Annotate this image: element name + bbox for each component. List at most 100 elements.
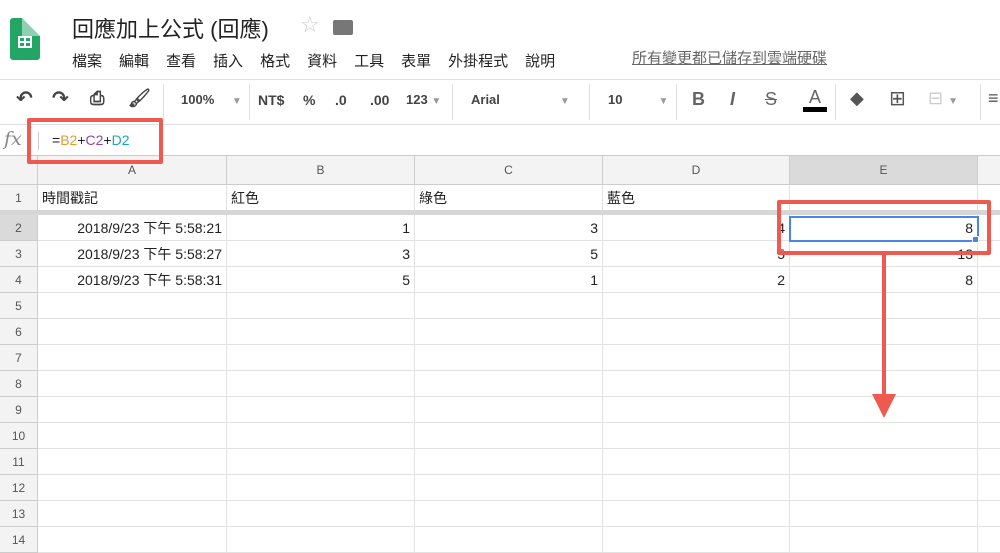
menu-item[interactable]: 格式: [260, 50, 290, 71]
sheets-logo[interactable]: [10, 18, 40, 60]
borders-icon[interactable]: ⊞: [889, 86, 906, 111]
cell[interactable]: [790, 501, 978, 527]
cell[interactable]: [978, 371, 1000, 397]
cell[interactable]: [603, 475, 790, 501]
cell[interactable]: [603, 293, 790, 319]
cell[interactable]: [415, 345, 603, 371]
zoom-select[interactable]: 100% ▼: [181, 92, 242, 107]
bold-button[interactable]: B: [692, 89, 705, 110]
cell[interactable]: [415, 319, 603, 345]
cell[interactable]: [790, 527, 978, 553]
fill-color-icon[interactable]: ◆: [850, 88, 864, 109]
row-header[interactable]: 2: [0, 215, 38, 241]
text-color-button[interactable]: A: [803, 87, 827, 112]
cell[interactable]: 3: [415, 215, 603, 241]
strikethrough-button[interactable]: S: [765, 89, 777, 110]
cell[interactable]: [227, 293, 415, 319]
cell[interactable]: [227, 397, 415, 423]
cell[interactable]: [227, 475, 415, 501]
cell[interactable]: 1: [227, 215, 415, 241]
star-icon[interactable]: ☆: [300, 12, 320, 38]
row-header[interactable]: 5: [0, 293, 38, 319]
column-header[interactable]: [978, 156, 1000, 185]
paint-format-icon[interactable]: 🖌︎: [128, 88, 151, 109]
row-header[interactable]: 7: [0, 345, 38, 371]
cell[interactable]: [603, 501, 790, 527]
font-size-select[interactable]: 10 ▼: [608, 92, 668, 107]
cell[interactable]: 藍色: [603, 185, 790, 211]
cell[interactable]: [978, 527, 1000, 553]
row-header[interactable]: 10: [0, 423, 38, 449]
align-icon[interactable]: ≡: [988, 88, 999, 109]
cell[interactable]: [978, 475, 1000, 501]
cell[interactable]: [227, 449, 415, 475]
decrease-decimal-button[interactable]: .0: [335, 92, 347, 108]
cell[interactable]: [603, 423, 790, 449]
cell[interactable]: [38, 293, 227, 319]
cell[interactable]: [978, 267, 1000, 293]
cell[interactable]: [603, 371, 790, 397]
column-header[interactable]: C: [415, 156, 603, 185]
cell[interactable]: [227, 423, 415, 449]
cell[interactable]: [227, 345, 415, 371]
row-header[interactable]: 4: [0, 267, 38, 293]
cell[interactable]: [38, 319, 227, 345]
menu-item[interactable]: 說明: [525, 50, 555, 71]
cell[interactable]: [603, 345, 790, 371]
cell[interactable]: [38, 527, 227, 553]
menu-item[interactable]: 檔案: [72, 50, 102, 71]
cell[interactable]: [38, 423, 227, 449]
column-header[interactable]: D: [603, 156, 790, 185]
cell[interactable]: [38, 449, 227, 475]
italic-button[interactable]: I: [730, 89, 735, 110]
cell[interactable]: 1: [415, 267, 603, 293]
column-header[interactable]: B: [227, 156, 415, 185]
cell[interactable]: [790, 423, 978, 449]
menu-item[interactable]: 編輯: [119, 50, 149, 71]
cell[interactable]: [978, 319, 1000, 345]
cell[interactable]: [227, 319, 415, 345]
cell[interactable]: [978, 397, 1000, 423]
row-header[interactable]: 1: [0, 185, 38, 211]
row-header[interactable]: 11: [0, 449, 38, 475]
cell[interactable]: 3: [227, 241, 415, 267]
cell[interactable]: [415, 293, 603, 319]
cell[interactable]: [415, 449, 603, 475]
column-header[interactable]: E: [790, 156, 978, 185]
cell[interactable]: [790, 475, 978, 501]
percent-button[interactable]: %: [303, 92, 315, 108]
menu-item[interactable]: 外掛程式: [448, 50, 508, 71]
row-header[interactable]: 13: [0, 501, 38, 527]
document-title[interactable]: 回應加上公式 (回應): [72, 12, 269, 44]
cell[interactable]: 5: [603, 241, 790, 267]
row-header[interactable]: 9: [0, 397, 38, 423]
cell[interactable]: [38, 501, 227, 527]
cell[interactable]: [978, 423, 1000, 449]
cell[interactable]: 2018/9/23 下午 5:58:27: [38, 241, 227, 267]
menu-item[interactable]: 工具: [354, 50, 384, 71]
cell[interactable]: 2: [603, 267, 790, 293]
cell[interactable]: [603, 527, 790, 553]
cell[interactable]: [978, 345, 1000, 371]
print-icon[interactable]: ⎙: [90, 88, 104, 109]
undo-icon[interactable]: ↶: [16, 86, 33, 111]
cell[interactable]: [38, 345, 227, 371]
cell[interactable]: [978, 449, 1000, 475]
cell[interactable]: [38, 371, 227, 397]
row-header[interactable]: 3: [0, 241, 38, 267]
cell[interactable]: [978, 501, 1000, 527]
cell[interactable]: [415, 423, 603, 449]
cell[interactable]: [415, 501, 603, 527]
cell[interactable]: [415, 475, 603, 501]
cell[interactable]: 2018/9/23 下午 5:58:21: [38, 215, 227, 241]
currency-button[interactable]: NT$: [258, 92, 284, 108]
cell[interactable]: 時間戳記: [38, 185, 227, 211]
cell[interactable]: 綠色: [415, 185, 603, 211]
cell[interactable]: [603, 449, 790, 475]
row-header[interactable]: 6: [0, 319, 38, 345]
menu-item[interactable]: 資料: [307, 50, 337, 71]
cell[interactable]: [38, 397, 227, 423]
row-header[interactable]: 14: [0, 527, 38, 553]
menu-item[interactable]: 插入: [213, 50, 243, 71]
cell[interactable]: [415, 397, 603, 423]
